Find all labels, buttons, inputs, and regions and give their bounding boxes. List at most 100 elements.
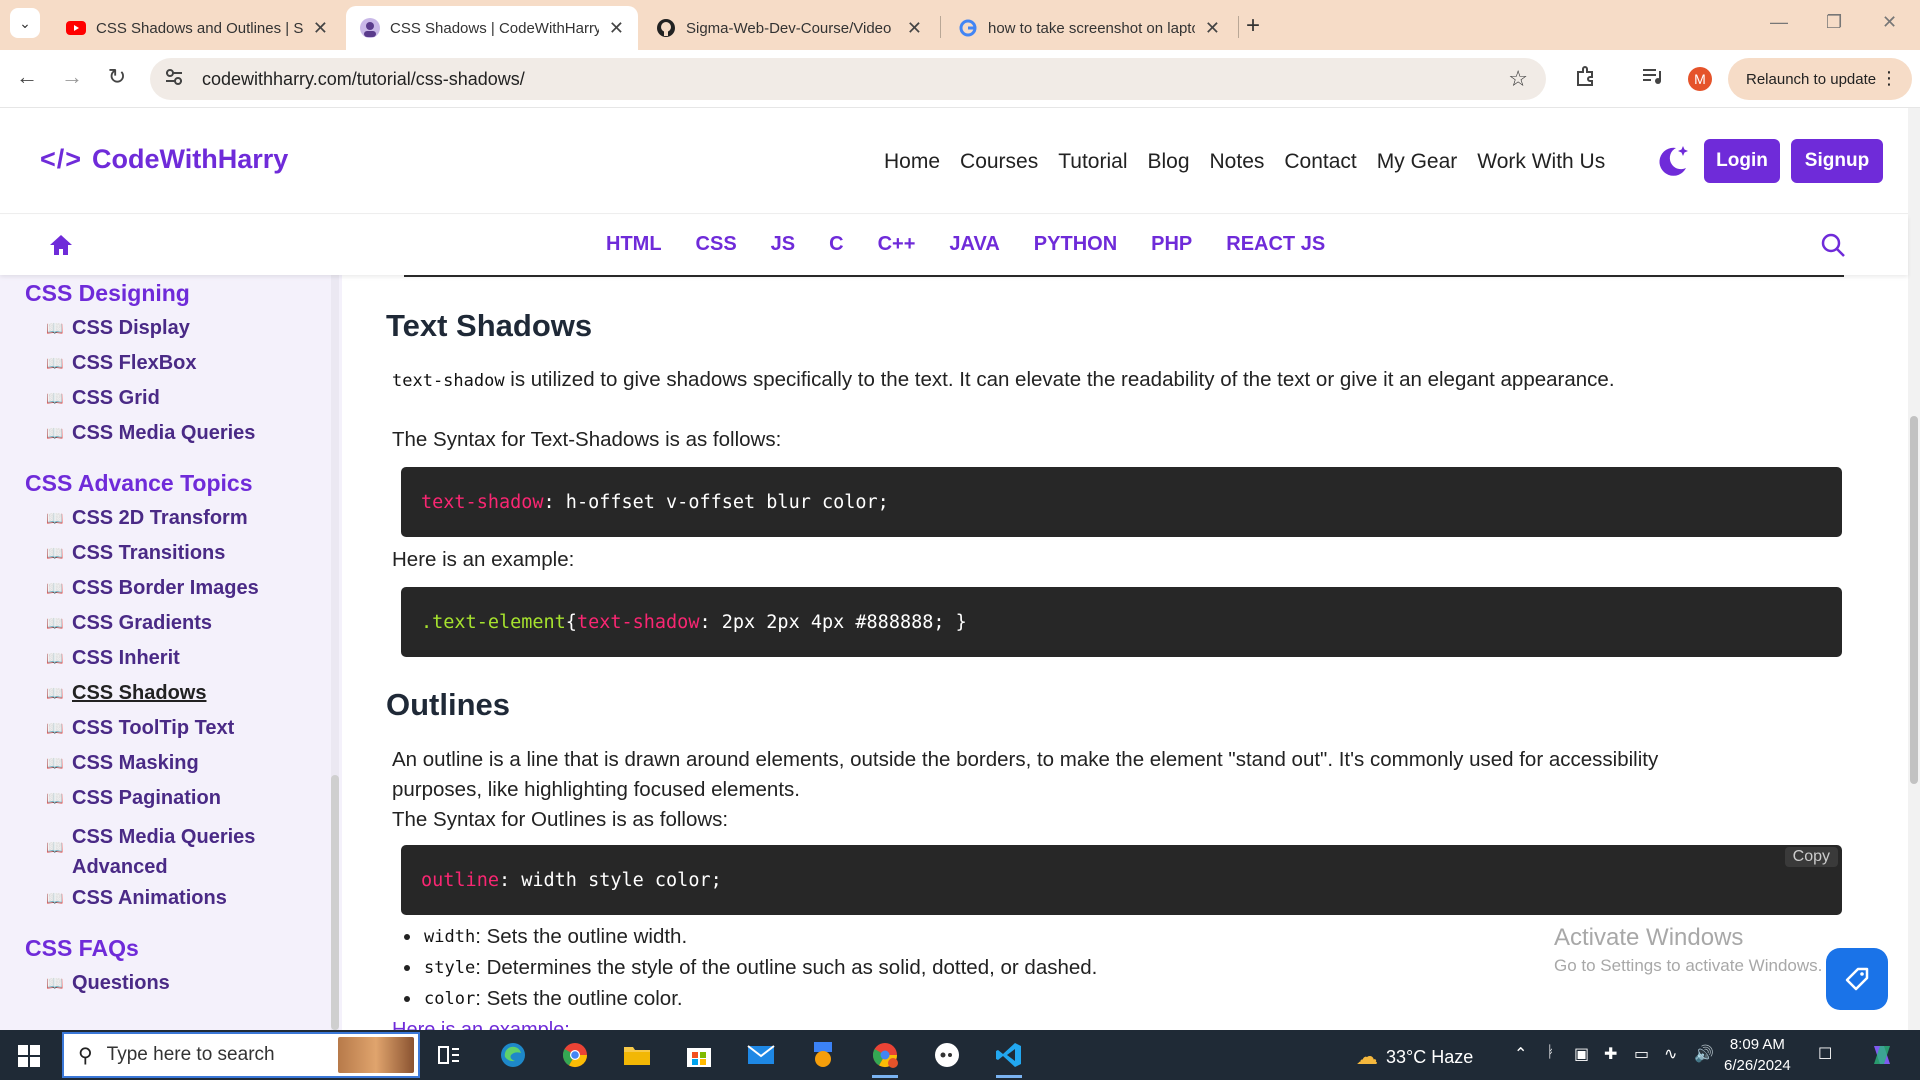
close-window-icon[interactable]: ✕: [1882, 12, 1897, 33]
close-tab-icon[interactable]: ✕: [1205, 18, 1220, 39]
app-circle-icon[interactable]: [930, 1040, 964, 1070]
forward-icon[interactable]: →: [57, 64, 87, 90]
search-icon[interactable]: [1820, 232, 1846, 258]
chat-help-button[interactable]: [1826, 948, 1888, 1010]
browser-tab[interactable]: how to take screenshot on lapto ✕: [944, 6, 1234, 50]
minimize-icon[interactable]: —: [1770, 12, 1788, 33]
system-clock[interactable]: 8:09 AM 6/26/2024: [1724, 1034, 1791, 1076]
sidebar-item-css-border-images[interactable]: 📖 CSS Border Images: [46, 577, 259, 600]
nav-notes[interactable]: Notes: [1210, 150, 1265, 174]
nav-home[interactable]: Home: [884, 150, 940, 174]
chevron-down-icon: ⌄: [19, 14, 31, 31]
lang-html[interactable]: HTML: [606, 233, 662, 256]
file-explorer-icon[interactable]: [620, 1040, 654, 1070]
sidebar-item-css-inherit[interactable]: 📖 CSS Inherit: [46, 647, 180, 670]
nav-my-gear[interactable]: My Gear: [1377, 150, 1458, 174]
sidebar-scrollbar-thumb[interactable]: [331, 775, 339, 1030]
reload-icon[interactable]: ↻: [102, 64, 132, 90]
sidebar-item-css-grid[interactable]: 📖 CSS Grid: [46, 387, 160, 410]
theme-toggle-moon-icon[interactable]: [1654, 142, 1692, 180]
tutorial-sidebar: CSS Designing 📖 CSS Display 📖 CSS FlexBox …: [0, 275, 342, 1030]
chrome-profile-icon[interactable]: [868, 1040, 902, 1078]
login-button[interactable]: Login: [1704, 139, 1780, 183]
extensions-icon[interactable]: [1574, 64, 1598, 94]
sidebar-item-css-2d-transform[interactable]: 📖 CSS 2D Transform: [46, 507, 248, 530]
site-info-icon[interactable]: [164, 68, 188, 91]
search-icon: ⚲: [78, 1044, 93, 1067]
volume-icon[interactable]: 🔊: [1694, 1044, 1714, 1064]
close-tab-icon[interactable]: ✕: [313, 18, 328, 39]
sidebar-item-css-media-queries[interactable]: 📖 CSS Media Queries: [46, 422, 255, 445]
sidebar-item-css-media-queries-advanced[interactable]: 📖 CSS Media Queries Advanced: [46, 822, 286, 882]
vscode-icon[interactable]: [992, 1040, 1026, 1078]
meet-now-icon[interactable]: ▣: [1574, 1044, 1589, 1064]
sidebar-item-css-masking[interactable]: 📖 CSS Masking: [46, 752, 199, 775]
sidebar-item-css-display[interactable]: 📖 CSS Display: [46, 317, 190, 340]
back-icon[interactable]: ←: [12, 64, 42, 90]
new-tab-icon[interactable]: +: [1246, 12, 1260, 40]
signup-button[interactable]: Signup: [1791, 139, 1883, 183]
more-menu-icon[interactable]: ⋮: [1880, 68, 1898, 89]
bluetooth-icon[interactable]: ᛓ: [1546, 1044, 1556, 1062]
relaunch-button[interactable]: Relaunch to update ⋮: [1728, 58, 1912, 100]
task-view-icon[interactable]: [432, 1040, 466, 1070]
code-block-text-shadow-example[interactable]: .text-element { text-shadow: 2px 2px 4px…: [401, 587, 1842, 657]
address-bar[interactable]: codewithharry.com/tutorial/css-shadows/ …: [150, 58, 1546, 100]
lang-css[interactable]: CSS: [696, 233, 737, 256]
sidebar-item-css-shadows[interactable]: 📖 CSS Shadows: [46, 682, 206, 705]
nav-blog[interactable]: Blog: [1147, 150, 1189, 174]
lang-js[interactable]: JS: [771, 233, 795, 256]
chrome-icon[interactable]: [558, 1040, 592, 1070]
example-link[interactable]: Here is an example:: [392, 1019, 570, 1030]
nav-contact[interactable]: Contact: [1284, 150, 1356, 174]
book-icon: 📖: [46, 975, 64, 991]
taskbar-search-box[interactable]: ⚲ Type here to search: [62, 1032, 420, 1078]
app-tray-icon[interactable]: ✚: [1604, 1044, 1617, 1064]
notifications-icon[interactable]: ☐: [1818, 1044, 1832, 1064]
media-controls-icon[interactable]: [1640, 64, 1664, 94]
list-item: color: Sets the outline color.: [404, 987, 683, 1011]
app-badge-icon[interactable]: [806, 1040, 840, 1070]
nav-tutorial[interactable]: Tutorial: [1058, 150, 1127, 174]
lang-cpp[interactable]: C++: [878, 233, 916, 256]
tab-search-button[interactable]: ⌄: [10, 8, 40, 38]
edge-icon[interactable]: [496, 1040, 530, 1070]
browser-tab[interactable]: CSS Shadows and Outlines | Sig ✕: [52, 6, 342, 50]
sidebar-item-css-gradients[interactable]: 📖 CSS Gradients: [46, 612, 212, 635]
site-logo[interactable]: </> CodeWithHarry: [40, 144, 288, 175]
bookmark-star-icon[interactable]: ☆: [1508, 66, 1528, 92]
code-block-text-shadow-syntax[interactable]: text-shadow: h-offset v-offset blur colo…: [401, 467, 1842, 537]
lang-php[interactable]: PHP: [1151, 233, 1192, 256]
nav-work-with-us[interactable]: Work With Us: [1477, 150, 1605, 174]
restore-icon[interactable]: ❐: [1826, 12, 1842, 33]
close-tab-icon[interactable]: ✕: [609, 18, 624, 39]
sidebar-item-css-pagination[interactable]: 📖 CSS Pagination: [46, 787, 221, 810]
copilot-icon[interactable]: [1870, 1044, 1894, 1071]
lang-python[interactable]: PYTHON: [1034, 233, 1117, 256]
lang-c[interactable]: C: [829, 233, 843, 256]
sidebar-item-css-transitions[interactable]: 📖 CSS Transitions: [46, 542, 225, 565]
nav-courses[interactable]: Courses: [960, 150, 1038, 174]
weather-widget[interactable]: ☁ 33°C Haze: [1356, 1044, 1473, 1070]
battery-icon[interactable]: ▭: [1634, 1044, 1649, 1064]
wifi-icon[interactable]: ∿: [1664, 1044, 1677, 1064]
show-hidden-icons[interactable]: ⌃: [1514, 1044, 1527, 1064]
page-scrollbar-thumb[interactable]: [1910, 416, 1918, 784]
mail-icon[interactable]: [744, 1040, 778, 1070]
sidebar-item-questions[interactable]: 📖 Questions: [46, 972, 170, 995]
sidebar-item-css-tooltip-text[interactable]: 📖 CSS ToolTip Text: [46, 717, 234, 740]
browser-tab-active[interactable]: CSS Shadows | CodeWithHarry ✕: [346, 6, 638, 50]
lang-java[interactable]: JAVA: [949, 233, 999, 256]
home-icon[interactable]: [48, 232, 74, 258]
browser-tab[interactable]: Sigma-Web-Dev-Course/Video ✕: [642, 6, 936, 50]
sidebar-item-css-flexbox[interactable]: 📖 CSS FlexBox: [46, 352, 196, 375]
microsoft-store-icon[interactable]: [682, 1040, 716, 1070]
tab-title: CSS Shadows and Outlines | Sig: [96, 19, 303, 37]
sidebar-item-css-animations[interactable]: 📖 CSS Animations: [46, 887, 227, 910]
code-block-outline-syntax[interactable]: outline: width style color; Copy: [401, 845, 1842, 915]
copy-button[interactable]: Copy: [1784, 847, 1838, 867]
windows-start-icon[interactable]: [18, 1045, 40, 1067]
close-tab-icon[interactable]: ✕: [907, 18, 922, 39]
lang-react-js[interactable]: REACT JS: [1226, 233, 1325, 256]
profile-avatar[interactable]: M: [1688, 67, 1712, 91]
